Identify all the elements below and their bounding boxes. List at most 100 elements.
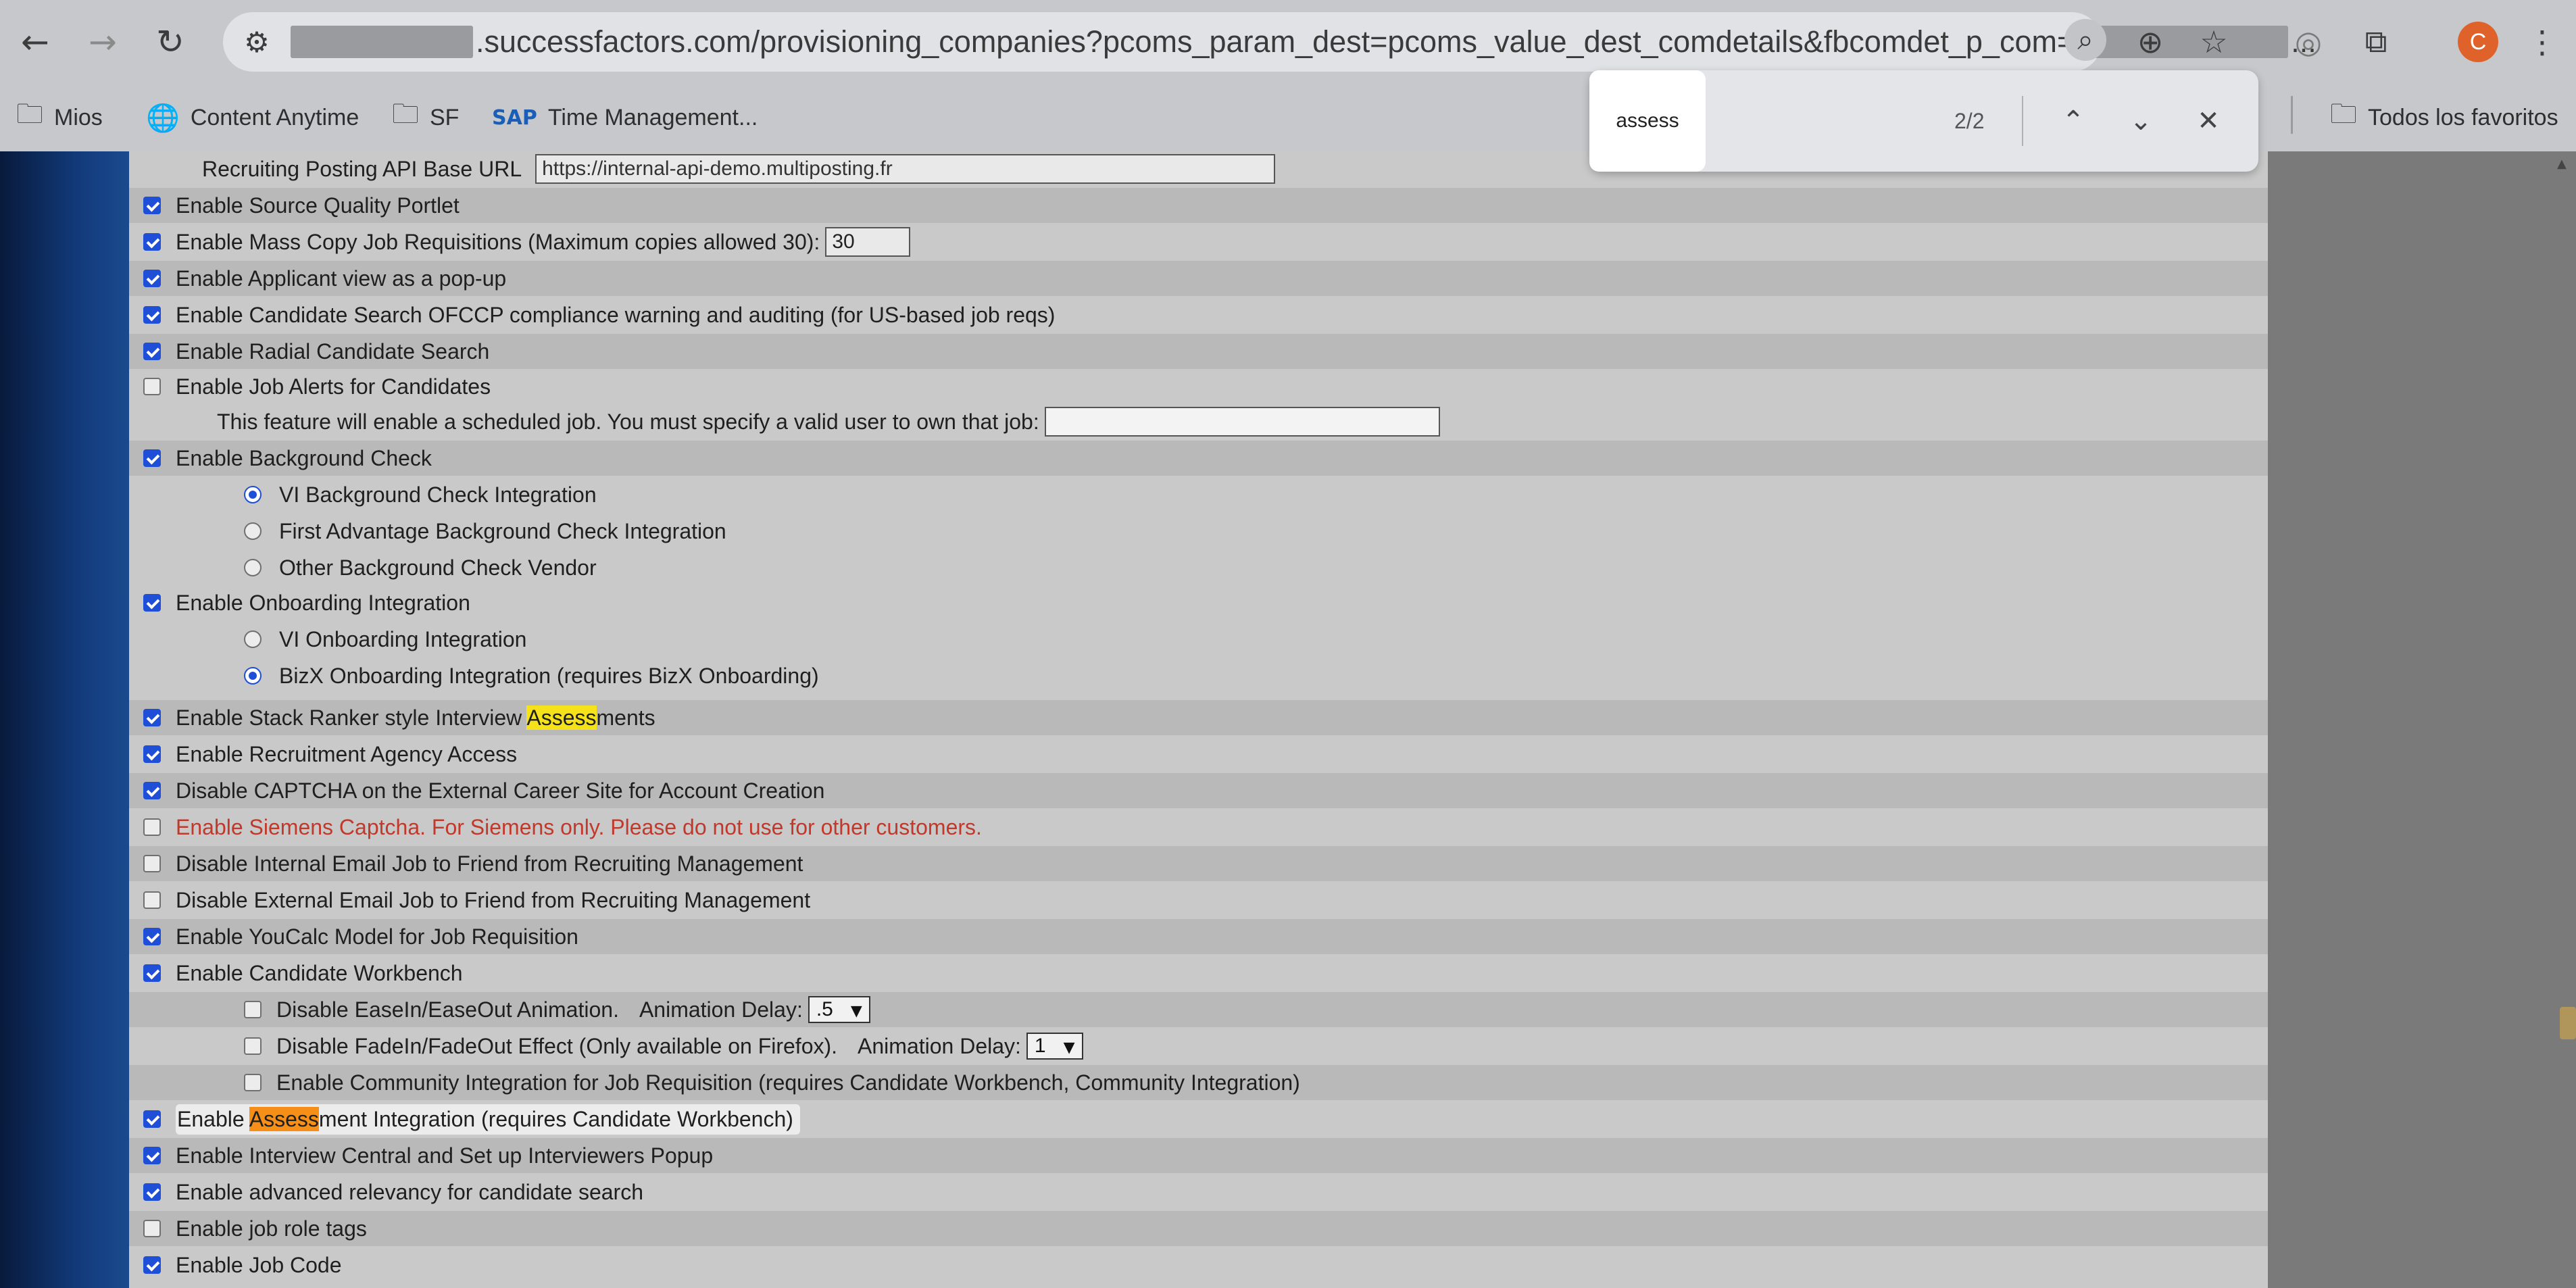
setting-label: Enable Applicant view as a pop-up [176,266,507,291]
find-match-count: 2/2 [1954,109,1985,133]
setting-row: Enable Job Code [129,1247,2268,1283]
checkbox[interactable] [143,1183,161,1201]
checkbox[interactable] [143,197,161,214]
menu-icon[interactable]: ⋮ [2515,15,2569,69]
setting-row: BizX Onboarding Integration (requires Bi… [129,658,2268,693]
setting-row: Enable Radial Candidate Search [129,334,2268,369]
setting-label: First Advantage Background Check Integra… [279,518,726,543]
redacted-text [291,26,473,58]
setting-label: Enable Recruitment Agency Access [176,741,518,766]
url-text[interactable]: .successfactors.com /provisioning_compan… [291,12,2317,72]
checkbox[interactable] [143,1147,161,1164]
checkbox[interactable] [244,1001,262,1018]
address-bar[interactable]: ⚙ .successfactors.com /provisioning_comp… [223,12,2317,72]
radio-button[interactable] [244,486,262,503]
setting-row: Disable External Email Job to Friend fro… [129,883,2268,918]
scroll-up-icon[interactable]: ▲ [2557,157,2573,171]
checkbox[interactable] [143,233,161,251]
radio-button[interactable] [244,667,262,685]
close-icon[interactable]: ✕ [2181,94,2235,148]
find-in-page-icon[interactable]: ⌕ [2064,19,2106,61]
setting-label: Enable advanced relevancy for candidate … [176,1179,643,1204]
globe-icon: 🌐 [146,102,180,134]
setting-label: Animation Delay: [858,1033,1021,1058]
zoom-icon[interactable]: ⊕ [2123,15,2177,69]
chevron-up-icon[interactable]: ⌃ [2046,94,2100,148]
forward-icon[interactable]: → [76,15,130,69]
reload-icon[interactable]: ↻ [143,15,197,69]
posting-api-url-input[interactable]: https://internal-api-demo.multiposting.f… [535,154,1276,184]
url-domain: .successfactors.com [476,24,751,59]
ease-delay-select[interactable]: .5 ▼ [808,996,870,1023]
folder-icon: 🗀 [16,99,43,130]
bookmark-sf[interactable]: 🗀 SF [392,99,459,137]
bookmark-label: Content Anytime [190,104,360,130]
checkbox[interactable] [143,449,161,467]
search-highlight-current: Assess [249,1106,319,1131]
divider [2022,96,2023,146]
setting-row: Enable Community Integration for Job Req… [129,1065,2268,1100]
checkbox[interactable] [143,709,161,726]
setting-label: Animation Delay: [639,997,803,1022]
setting-row: Enable Siemens Captcha. For Siemens only… [129,810,2268,845]
checkbox[interactable] [143,594,161,612]
bookmark-time-management[interactable]: SAP Time Management... [492,99,758,137]
checkbox[interactable] [143,928,161,945]
fade-delay-select[interactable]: 1 ▼ [1026,1033,1083,1060]
bookmark-all-favorites[interactable]: 🗀 Todos los favoritos [2330,99,2558,137]
checkbox[interactable] [143,343,161,360]
bookmark-star-icon[interactable]: ☆ [2187,15,2241,69]
setting-row: Enable Candidate Workbench [129,956,2268,991]
folder-icon: 🗀 [392,99,419,130]
back-icon[interactable]: ← [8,15,62,69]
setting-label: Disable FadeIn/FadeOut Effect (Only avai… [276,1033,838,1058]
bookmark-label: Mios [54,104,103,130]
setting-label: Disable External Email Job to Friend fro… [176,887,811,912]
extensions-icon[interactable]: ⧉ [2349,15,2403,69]
setting-label: Disable Internal Email Job to Friend fro… [176,851,803,876]
radio-button[interactable] [244,522,262,540]
avatar[interactable]: C [2458,22,2498,62]
bookmark-label: SF [430,104,460,130]
checkbox[interactable] [143,964,161,982]
site-settings-icon[interactable]: ⚙ [230,15,284,69]
setting-label: Enable Job Code [176,1252,342,1277]
setting-row: Enable job role tags [129,1211,2268,1246]
checkbox[interactable] [143,745,161,763]
setting-label: Enable Siemens Captcha. For Siemens only… [176,814,982,839]
checkbox[interactable] [143,782,161,799]
setting-label: Enable Mass Copy Job Requisitions (Maxim… [176,229,820,254]
checkbox[interactable] [143,891,161,909]
setting-label: Enable Assessment Integration (requires … [176,1104,800,1135]
bookmark-content-anytime[interactable]: 🌐 Content Anytime [146,99,359,137]
setting-row: Disable EaseIn/EaseOut Animation. Animat… [129,992,2268,1027]
chevron-down-icon[interactable]: ⌄ [2114,94,2168,148]
bookmark-mios[interactable]: 🗀 Mios [16,99,103,137]
checkbox[interactable] [143,378,161,395]
checkbox[interactable] [143,855,161,872]
setting-row: Enable Candidate Search OFCCP compliance… [129,297,2268,332]
job-alerts-user-input[interactable] [1044,407,1440,437]
radio-button[interactable] [244,630,262,648]
checkbox[interactable] [143,1110,161,1128]
checkbox[interactable] [244,1037,262,1055]
setting-label: Enable YouCalc Model for Job Requisition [176,924,578,949]
checkbox[interactable] [143,1220,161,1237]
setting-label: BizX Onboarding Integration (requires Bi… [279,663,819,688]
setting-label: Enable Radial Candidate Search [176,339,490,364]
setting-row: Enable Mass Copy Job Requisitions (Maxim… [129,224,2268,259]
setting-label: Enable Candidate Workbench [176,960,463,985]
checkbox[interactable] [143,818,161,836]
radio-button[interactable] [244,559,262,576]
mass-copy-input[interactable]: 30 [825,227,911,257]
checkbox[interactable] [143,306,161,324]
checkbox[interactable] [143,1256,161,1274]
sap-icon: SAP [492,105,537,130]
camera-icon[interactable]: ◎ [2281,15,2335,69]
checkbox[interactable] [143,270,161,287]
scrollbar-thumb[interactable] [2560,1007,2576,1039]
bookmarks-divider [2291,96,2293,134]
find-input[interactable]: assess [1589,70,1706,172]
setting-label: Enable job role tags [176,1216,367,1241]
checkbox[interactable] [244,1074,262,1091]
